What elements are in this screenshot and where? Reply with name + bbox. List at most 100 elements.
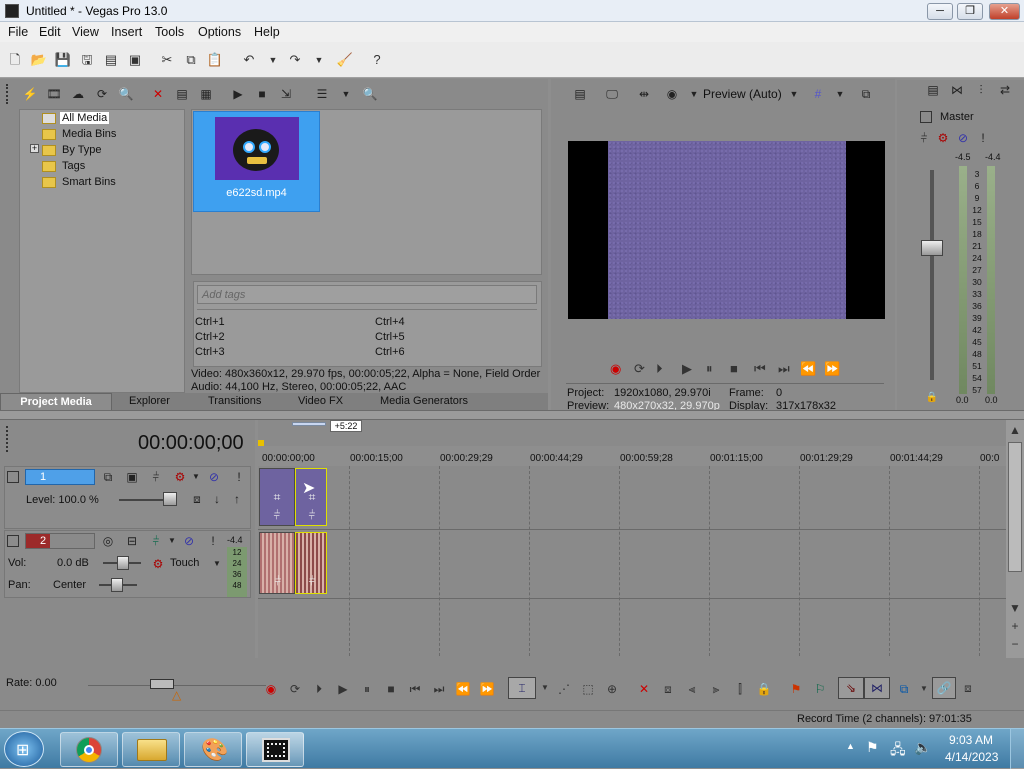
snapping-icon[interactable]: ⧉	[896, 681, 912, 697]
parent-icon[interactable]: ⧈	[189, 491, 205, 507]
envelope-tool-icon[interactable]: ⋰	[556, 681, 572, 697]
next-frame-icon[interactable]: ⏩	[479, 681, 495, 697]
taskbar-vegas[interactable]	[246, 732, 304, 767]
capture-icon[interactable]: 🎞	[46, 86, 62, 102]
auto-ripple-icon[interactable]: ⇘	[843, 680, 859, 696]
menu-tools[interactable]: Tools	[155, 25, 184, 39]
tree-expander[interactable]: +	[30, 144, 39, 153]
mixer-properties-icon[interactable]: ▤	[925, 82, 941, 98]
tab-transitions[interactable]: Transitions	[208, 395, 261, 407]
master-settings-icon[interactable]: ⚙	[935, 130, 951, 146]
remove-icon[interactable]: ✕	[150, 86, 166, 102]
tree-item-by-type[interactable]: By Type	[62, 144, 102, 156]
scroll-up-icon[interactable]: ▲	[1007, 422, 1023, 438]
fx-icon[interactable]: ⫩	[304, 573, 320, 589]
taskbar-explorer[interactable]	[122, 732, 180, 767]
track-name-field[interactable]: 1	[25, 469, 95, 485]
lock-icon[interactable]: 🔒	[924, 390, 940, 406]
trim-end-icon[interactable]: ⫸	[708, 681, 724, 697]
record-icon[interactable]: ◉	[263, 681, 279, 697]
automation-settings-icon[interactable]: ⚙	[150, 556, 166, 572]
taskbar-paint[interactable]: 🎨	[184, 732, 242, 767]
split-screen-icon[interactable]: ⇹	[636, 86, 652, 102]
automation-mode[interactable]: Touch	[170, 557, 199, 569]
loop-icon[interactable]: ⟳	[634, 361, 645, 377]
start-button[interactable]: ⊞	[4, 731, 44, 767]
play-from-start-icon[interactable]: ⏵	[656, 361, 663, 377]
audio-clip-selected[interactable]: ⫩	[295, 532, 327, 594]
network-icon[interactable]: 🖧	[890, 739, 906, 763]
move-down-icon[interactable]: ↓	[209, 491, 225, 507]
show-hidden-icons-icon[interactable]: ▲	[846, 741, 855, 751]
save-icon[interactable]: 💾	[54, 51, 72, 69]
splitter[interactable]	[0, 410, 1024, 420]
taskbar-chrome[interactable]	[60, 732, 118, 767]
trim-icon[interactable]: ⧈	[660, 681, 676, 697]
stop-icon[interactable]: ■	[730, 361, 738, 376]
zoom-in-icon[interactable]: +	[1007, 618, 1023, 634]
track-settings-icon[interactable]: ⚙	[172, 469, 188, 485]
add-tags-input[interactable]: Add tags	[197, 285, 537, 304]
scroll-down-icon[interactable]: ▼	[1007, 600, 1023, 616]
master-mute-icon[interactable]: ⊘	[955, 130, 971, 146]
properties-icon[interactable]: ▤	[102, 51, 120, 69]
zoom-tool-icon[interactable]: ⊕	[604, 681, 620, 697]
menu-help[interactable]: Help	[254, 25, 280, 39]
track-fx-icon[interactable]: ⫩	[148, 469, 164, 485]
master-fx-icon[interactable]: ⫩	[916, 130, 932, 146]
undo-icon[interactable]: ↶	[240, 51, 258, 69]
mute-icon[interactable]: ⊘	[206, 469, 222, 485]
import-media-icon[interactable]: ⚡	[22, 86, 38, 102]
record-icon[interactable]: ◉	[610, 361, 621, 377]
stop-icon[interactable]: ■	[383, 681, 399, 697]
pause-icon[interactable]: ⏸	[706, 361, 713, 377]
track-fx-icon[interactable]: ⫩	[148, 533, 164, 549]
automation-mode-dropdown-icon[interactable]: ▼	[209, 556, 225, 572]
dropdown-icon[interactable]: ▼	[164, 533, 180, 549]
close-button[interactable]: ✕	[989, 3, 1020, 20]
prev-frame-icon[interactable]: ⏪	[455, 681, 471, 697]
pan-slider[interactable]	[111, 578, 123, 592]
vol-slider[interactable]	[117, 556, 129, 570]
fx-icon[interactable]: ⫩	[304, 507, 320, 523]
rewind-icon[interactable]: ⏪	[800, 361, 816, 377]
edit-tool-dropdown-icon[interactable]: ▼	[537, 680, 553, 696]
menu-file[interactable]: File	[8, 25, 28, 39]
loop-region[interactable]	[292, 422, 326, 426]
overlays-dropdown-icon[interactable]: ▼	[832, 86, 848, 102]
search-media-icon[interactable]: 🔍	[118, 86, 134, 102]
level-slider[interactable]	[163, 492, 177, 506]
search-icon[interactable]: 🔍	[362, 86, 378, 102]
minimize-button[interactable]: ─	[927, 3, 953, 20]
maximize-button[interactable]: ❐	[957, 3, 983, 20]
tab-video-fx[interactable]: Video FX	[298, 395, 343, 407]
insert-region-icon[interactable]: ⚐	[812, 681, 828, 697]
mute-icon[interactable]: ⊘	[181, 533, 197, 549]
tab-explorer[interactable]: Explorer	[129, 395, 170, 407]
redo-dropdown-icon[interactable]: ▼	[310, 51, 328, 69]
prev-frame-icon[interactable]: ⏮	[754, 361, 766, 377]
preview-properties-icon[interactable]: ▤	[572, 86, 588, 102]
play-from-start-icon[interactable]: ⏵	[311, 681, 327, 697]
redo-icon[interactable]: ↷	[286, 51, 304, 69]
zoom-out-icon[interactable]: −	[1007, 636, 1023, 652]
edit-tool-icon[interactable]: ⌶	[514, 680, 530, 696]
menu-insert[interactable]: Insert	[111, 25, 142, 39]
auto-preview-icon[interactable]: ⇲	[278, 86, 294, 102]
views-icon[interactable]: ☰	[314, 86, 330, 102]
dropdown-icon[interactable]: ▼	[686, 86, 702, 102]
insert-marker-icon[interactable]: ⚑	[788, 681, 804, 697]
media-item[interactable]: e622sd.mp4	[193, 111, 320, 212]
show-desktop-button[interactable]	[1010, 729, 1024, 769]
trim-start-icon[interactable]: ⫷	[684, 681, 700, 697]
solo-icon[interactable]: !	[205, 533, 221, 549]
tree-item-smart-bins[interactable]: Smart Bins	[62, 176, 116, 188]
copy-snapshot-icon[interactable]: ⧉	[858, 86, 874, 102]
copy-icon[interactable]: ⧉	[182, 51, 200, 69]
paste-icon[interactable]: 📋	[206, 51, 224, 69]
media-properties-icon[interactable]: ▤	[174, 86, 190, 102]
stop-preview-icon[interactable]: ■	[254, 86, 270, 102]
move-up-icon[interactable]: ↑	[229, 491, 245, 507]
cut-icon[interactable]: ✂	[158, 51, 176, 69]
play-icon[interactable]: ▶	[335, 681, 351, 697]
